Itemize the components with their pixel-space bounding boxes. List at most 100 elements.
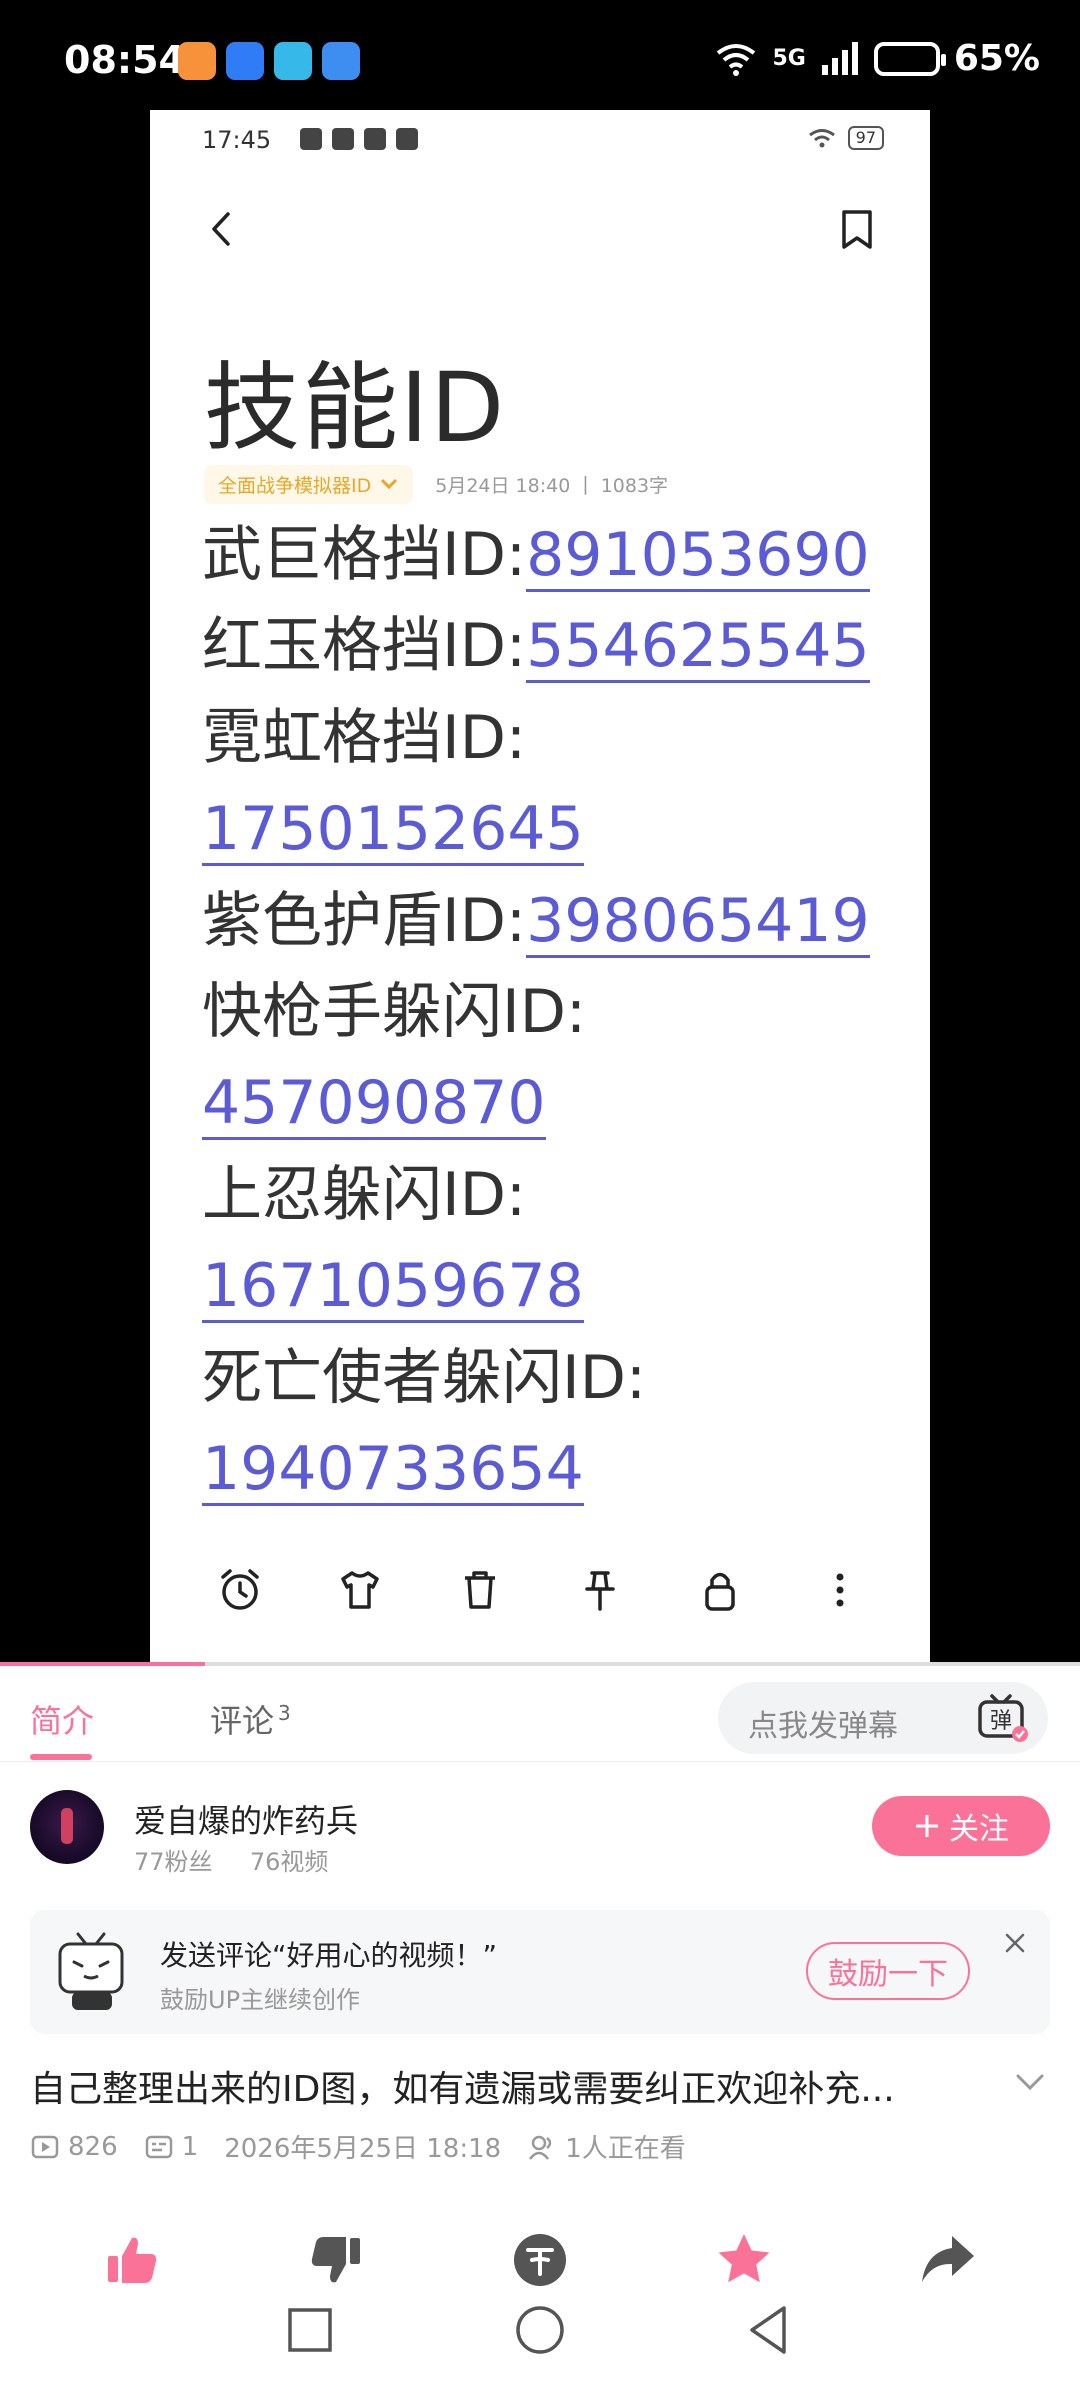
video-title: 自己整理出来的ID图，如有遗漏或需要纠正欢迎补充...: [30, 2069, 895, 2110]
note-date: 5月24日 18:40: [435, 474, 571, 497]
danmaku-input-box[interactable]: 点我发弹幕 弹: [718, 1682, 1048, 1754]
chevron-down-icon[interactable]: [1012, 2064, 1048, 2100]
note-word-count: 1083字: [600, 474, 669, 497]
tab-active-indicator: [30, 1754, 92, 1760]
video-tabs: 简介 评论 3 点我发弹幕 弹: [0, 1666, 1080, 1762]
system-nav-bar: [0, 2290, 1080, 2383]
app-icon-weather: [322, 42, 360, 80]
note-meta: 全面战争模拟器ID 5月24日 18:40 | 1083字: [204, 464, 668, 504]
skill-id-link[interactable]: 1940733654: [202, 1439, 584, 1507]
screen: 08:54 5G 65% 17:45 97 技能ID 全面战争模拟器ID 5月2…: [0, 0, 1080, 2383]
tab-comments-label: 评论: [210, 1702, 275, 1740]
note-body: 武巨格挡ID:891053690 红玉格挡ID:554625545 霓虹格挡ID: 1…: [202, 510, 902, 1515]
video-player[interactable]: 17:45 97 技能ID 全面战争模拟器ID 5月24日 18:40 | 10…: [150, 110, 930, 1666]
shirt-icon: [332, 1562, 388, 1618]
trash-icon: [452, 1562, 508, 1618]
share-icon[interactable]: [918, 2230, 978, 2290]
watching-icon: [527, 2132, 557, 2162]
back-arrow-icon: [212, 212, 230, 246]
status-bar: 08:54 5G 65%: [0, 0, 1080, 110]
uploader-followers: 77粉丝: [134, 1848, 213, 1876]
notification-icon: [396, 128, 418, 150]
note-line: 1750152645: [202, 784, 902, 875]
encourage-button[interactable]: 鼓励一下: [806, 1942, 970, 2000]
lock-icon: [692, 1562, 748, 1618]
signal-icon: [821, 41, 858, 75]
inner-battery: 97: [847, 126, 884, 150]
chevron-down-icon: [381, 478, 398, 490]
wifi-icon: [808, 129, 835, 148]
note-line: 紫色护盾ID:398065419: [202, 876, 902, 967]
app-icon-blue: [226, 42, 264, 80]
follow-label: 关注: [949, 1812, 1009, 1847]
inner-status-bar: 17:45 97: [150, 110, 930, 170]
note-line: 457090870: [202, 1058, 902, 1149]
note-top-toolbar: [150, 190, 930, 270]
play-count-icon: [30, 2132, 60, 2162]
note-folder: 全面战争模拟器ID: [204, 464, 414, 504]
skill-id-link[interactable]: 1671059678: [202, 1256, 584, 1324]
danmaku-toggle-icon[interactable]: 弹: [976, 1692, 1028, 1744]
note-line: 1671059678: [202, 1241, 902, 1332]
note-line: 1940733654: [202, 1424, 902, 1515]
skill-id-link[interactable]: 1750152645: [202, 799, 584, 867]
uploader-videos: 76视频: [249, 1848, 329, 1876]
view-count: 826: [68, 2131, 118, 2162]
more-vertical-icon: [812, 1562, 868, 1618]
notification-icon: [300, 128, 322, 150]
skill-id-link[interactable]: 457090870: [202, 1073, 546, 1141]
favorite-star-icon[interactable]: [714, 2230, 774, 2290]
encourage-subtitle: 鼓励UP主继续创作: [160, 1986, 361, 2014]
note-folder-label: 全面战争模拟器ID: [218, 474, 372, 497]
note-line: 武巨格挡ID:891053690: [202, 510, 902, 601]
note-line-label: 上忍躲闪ID:: [202, 1159, 527, 1230]
tab-intro[interactable]: 简介: [30, 1696, 94, 1742]
skill-id-link[interactable]: 891053690: [526, 525, 870, 592]
danmaku-count-icon: [144, 2132, 174, 2162]
back-icon[interactable]: [740, 2300, 800, 2360]
battery-icon: [873, 41, 946, 76]
coin-icon[interactable]: [510, 2230, 570, 2290]
skill-id-link[interactable]: 398065419: [526, 891, 870, 958]
follow-button[interactable]: 关注: [872, 1796, 1050, 1856]
like-icon[interactable]: [102, 2230, 162, 2290]
note-bottom-toolbar: [150, 1530, 930, 1650]
battery-level: 65%: [953, 38, 1040, 79]
danmaku-input[interactable]: 点我发弹幕: [748, 1701, 898, 1745]
note-line-label: 紫色护盾ID:: [202, 885, 527, 956]
danmaku-count: 1: [181, 2131, 199, 2162]
dislike-icon[interactable]: [306, 2230, 366, 2290]
video-meta: 826 1 2026年5月25日 18:18 1人正在看: [30, 2128, 686, 2165]
watching-count: 1人正在看: [565, 2134, 686, 2164]
note-line-label: 红玉格挡ID:: [202, 611, 527, 682]
close-icon[interactable]: [1000, 1928, 1030, 1958]
avatar[interactable]: [30, 1790, 104, 1864]
status-time: 08:54: [64, 38, 185, 82]
notification-icon: [332, 128, 354, 150]
skill-id-link[interactable]: 554625545: [526, 616, 870, 684]
notification-icon: [364, 128, 386, 150]
inner-status-icons: [300, 128, 418, 150]
wifi-icon: [717, 43, 756, 76]
recent-apps-icon[interactable]: [280, 2300, 340, 2360]
pin-icon: [572, 1562, 628, 1618]
tab-comments[interactable]: 评论 3: [210, 1696, 291, 1742]
tab-comments-count: 3: [278, 1701, 291, 1726]
inner-status-time: 17:45: [202, 126, 272, 154]
app-icon-orange: [178, 42, 216, 80]
app-icon-book: [274, 42, 312, 80]
uploader-stats: 77粉丝 76视频: [134, 1842, 328, 1877]
plus-icon: [916, 1815, 938, 1837]
inner-status-right: 97: [808, 126, 884, 150]
note-line-label: 武巨格挡ID:: [202, 520, 527, 590]
uploader-name[interactable]: 爱自爆的炸药兵: [134, 1796, 358, 1842]
note-meta-separator: |: [582, 473, 589, 495]
note-title: 技能ID: [204, 352, 507, 464]
encourage-title: 发送评论“好用心的视频！”: [160, 1939, 498, 1972]
note-line-label: 霓虹格挡ID:: [202, 702, 527, 773]
alarm-clock-icon: [212, 1562, 268, 1618]
status-app-icons: [178, 42, 360, 80]
publish-date: 2026年5月25日 18:18: [224, 2134, 502, 2164]
home-icon[interactable]: [510, 2300, 570, 2360]
mascot-tv-icon: [58, 1932, 124, 2010]
